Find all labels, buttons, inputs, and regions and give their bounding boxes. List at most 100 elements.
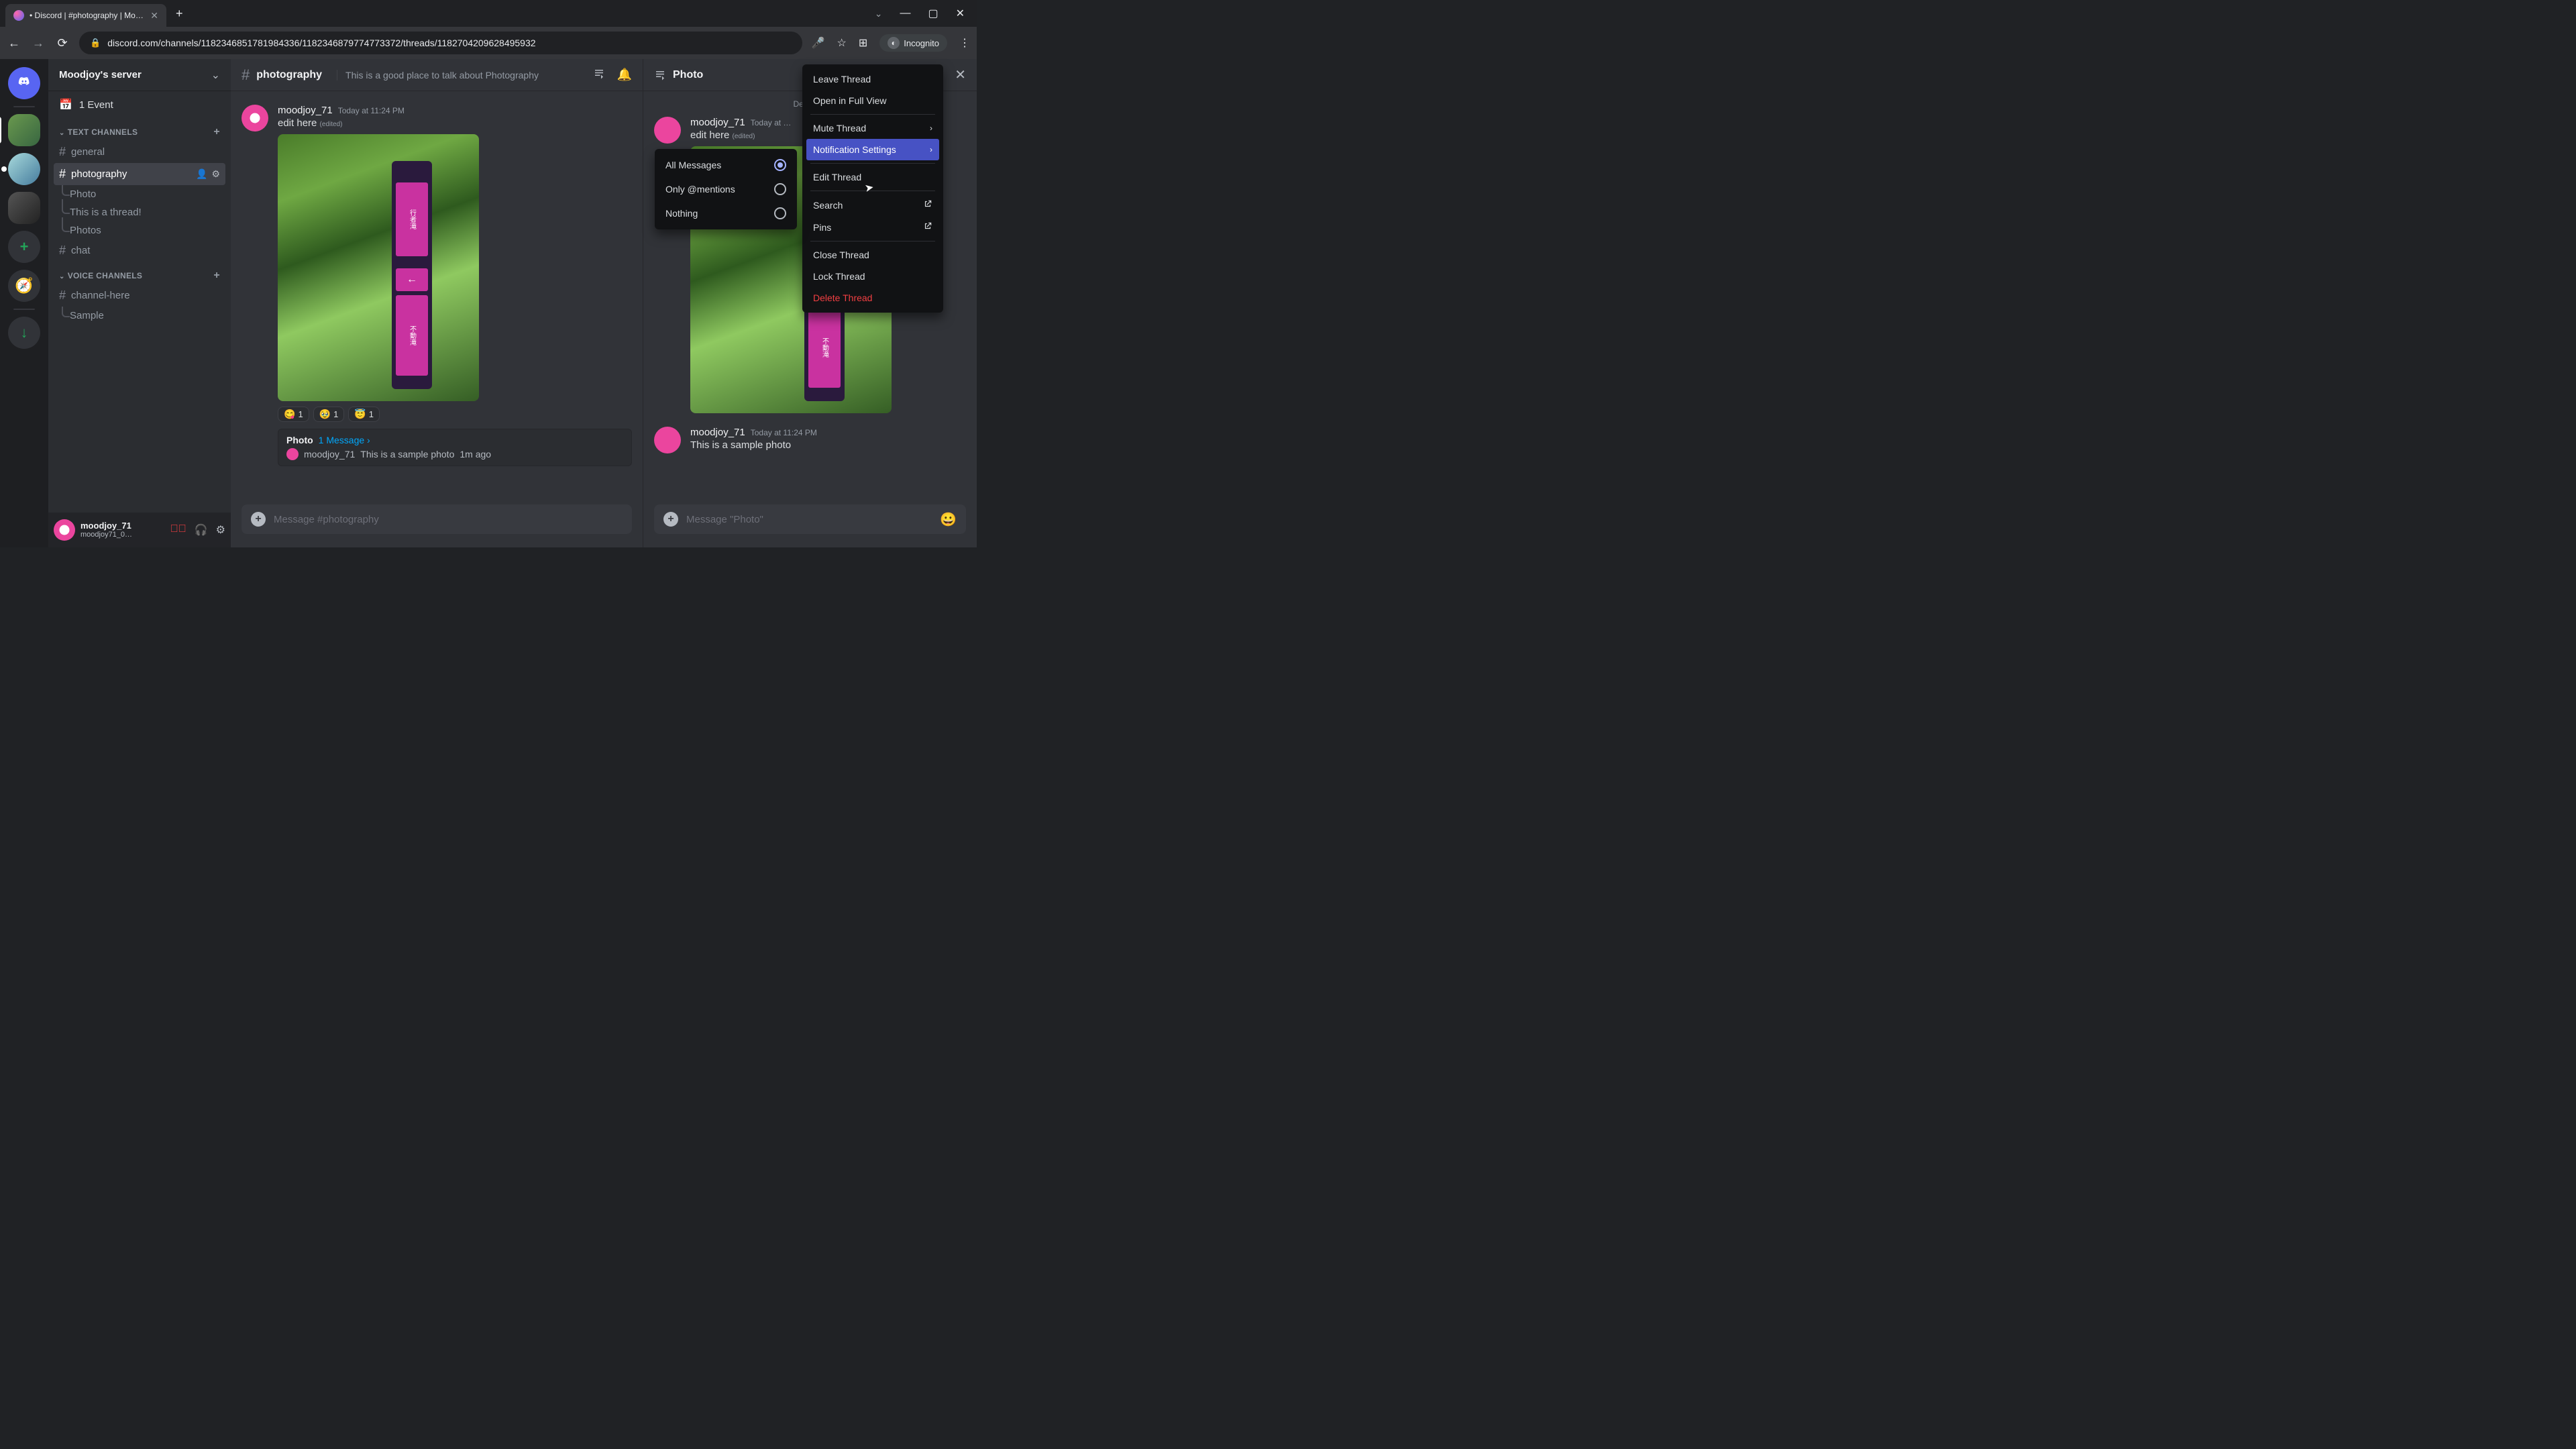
browser-tab[interactable]: • Discord | #photography | Moo… ✕ [5, 4, 166, 27]
radio-all-messages[interactable]: All Messages [659, 153, 793, 177]
text-channels-header[interactable]: ⌄TEXT CHANNELS + [54, 123, 225, 141]
channel-photography[interactable]: # photography 👤 ⚙ [54, 163, 225, 185]
reload-button[interactable]: ⟳ [55, 36, 70, 50]
download-apps-button[interactable]: ↓ [8, 317, 40, 349]
server-icon-2[interactable] [8, 153, 40, 185]
reaction[interactable]: 🥹 1 [313, 407, 345, 422]
browser-menu-icon[interactable]: ⋮ [959, 36, 970, 50]
thread-photo[interactable]: Photo [54, 185, 225, 203]
add-channel-button[interactable]: + [213, 126, 220, 138]
settings-gear-icon[interactable]: ⚙ [216, 523, 225, 537]
explore-servers-button[interactable]: 🧭 [8, 270, 40, 302]
message-composer[interactable]: + Message #photography [241, 504, 632, 534]
message-author[interactable]: moodjoy_71 [690, 117, 745, 128]
thread-photos[interactable]: Photos [54, 221, 225, 239]
channel-general[interactable]: # general [54, 141, 225, 163]
menu-lock-thread[interactable]: Lock Thread [806, 266, 939, 287]
sign-text-2: 不動滝 [396, 295, 428, 376]
gear-icon[interactable]: ⚙ [211, 168, 220, 180]
channel-here[interactable]: # channel-here [54, 284, 225, 307]
message-author[interactable]: moodjoy_71 [690, 427, 745, 438]
message-timestamp: Today at 11:24 PM [751, 428, 817, 437]
message-timestamp: Today at … [751, 118, 792, 127]
menu-leave-thread[interactable]: Leave Thread [806, 68, 939, 90]
message-author[interactable]: moodjoy_71 [278, 105, 333, 116]
mute-mic-icon[interactable]: 🎤⃠ [170, 523, 186, 537]
composer-placeholder[interactable]: Message "Photo" [686, 514, 932, 525]
radio-only-mentions[interactable]: Only @mentions [659, 177, 793, 201]
extensions-icon[interactable]: ⊞ [859, 36, 867, 50]
url-text: discord.com/channels/1182346851781984336… [107, 38, 535, 48]
reaction-count: 1 [333, 409, 338, 419]
reactions-bar: 😋 1 🥹 1 😇 1 [278, 407, 632, 422]
menu-delete-thread[interactable]: Delete Thread [806, 287, 939, 309]
menu-edit-thread[interactable]: Edit Thread [806, 166, 939, 188]
url-input[interactable]: 🔒 discord.com/channels/11823468517819843… [79, 32, 802, 54]
menu-search[interactable]: Search [806, 194, 939, 216]
menu-mute-thread[interactable]: Mute Thread› [806, 117, 939, 139]
reaction[interactable]: 😋 1 [278, 407, 309, 422]
reaction[interactable]: 😇 1 [348, 407, 380, 422]
add-channel-button[interactable]: + [213, 270, 220, 282]
text-channels-label: TEXT CHANNELS [68, 127, 138, 137]
attach-button[interactable]: + [251, 512, 266, 527]
voice-channels-header[interactable]: ⌄VOICE CHANNELS + [54, 267, 225, 284]
thread-this-is-thread[interactable]: This is a thread! [54, 203, 225, 221]
message-avatar[interactable] [241, 105, 268, 131]
tab-list-chevron-icon[interactable]: ⌄ [875, 8, 883, 19]
server-header[interactable]: Moodjoy's server ⌄ [48, 59, 231, 91]
menu-pins[interactable]: Pins [806, 216, 939, 238]
bookmark-icon[interactable]: ☆ [837, 36, 846, 50]
new-tab-button[interactable]: + [176, 7, 183, 21]
back-button[interactable]: ← [7, 36, 21, 50]
headphones-icon[interactable]: 🎧 [195, 523, 208, 537]
events-button[interactable]: 📅 1 Event [48, 91, 231, 118]
window-maximize-button[interactable]: ▢ [928, 7, 938, 20]
radio-unselected-icon [774, 183, 786, 195]
menu-close-thread[interactable]: Close Thread [806, 244, 939, 266]
voice-channels-group: ⌄VOICE CHANNELS + # channel-here Sample [48, 262, 231, 325]
thread-pane: Photo 🔔 ⋯ ✕ Decem… moodjoy_71 Today at …… [643, 59, 977, 547]
channel-sidebar: Moodjoy's server ⌄ 📅 1 Event ⌄TEXT CHANN… [48, 59, 231, 547]
server-icon-3[interactable] [8, 192, 40, 224]
channel-topic[interactable]: This is a good place to talk about Photo… [337, 70, 586, 80]
channel-label: chat [71, 245, 90, 256]
threads-icon[interactable] [593, 68, 605, 80]
window-close-button[interactable]: ✕ [956, 7, 965, 20]
voice-sample[interactable]: Sample [54, 307, 225, 325]
reaction-count: 1 [369, 409, 374, 419]
menu-divider [810, 163, 935, 164]
forward-button[interactable]: → [31, 36, 46, 50]
invite-icon[interactable]: 👤 [196, 168, 207, 180]
chevron-right-icon: › [930, 123, 932, 133]
attach-button[interactable]: + [663, 512, 678, 527]
user-info[interactable]: moodjoy_71 moodjoy71_0… [80, 521, 132, 539]
close-thread-button[interactable]: ✕ [955, 66, 966, 83]
voice-search-icon[interactable]: 🎤 [812, 36, 825, 50]
main-chat-pane: # photography This is a good place to ta… [231, 59, 643, 547]
messages-scroll[interactable]: moodjoy_71 Today at 11:24 PM edit here (… [231, 91, 643, 504]
message-avatar[interactable] [654, 117, 681, 144]
direct-messages-button[interactable] [8, 67, 40, 99]
thread-icon [654, 69, 666, 81]
menu-divider [810, 114, 935, 115]
menu-notification-settings[interactable]: Notification Settings› [806, 139, 939, 160]
server-icon-1[interactable] [8, 114, 40, 146]
message-avatar[interactable] [654, 427, 681, 453]
channel-title: photography [256, 69, 322, 81]
add-server-button[interactable]: + [8, 231, 40, 263]
tab-close-button[interactable]: ✕ [150, 10, 158, 21]
emoji-picker-icon[interactable]: 😀 [940, 511, 957, 528]
composer-placeholder[interactable]: Message #photography [274, 514, 623, 525]
channel-chat[interactable]: # chat [54, 239, 225, 262]
thread-composer[interactable]: + Message "Photo" 😀 [654, 504, 966, 534]
window-minimize-button[interactable]: — [900, 7, 910, 19]
user-avatar[interactable] [54, 519, 75, 541]
menu-open-full-view[interactable]: Open in Full View [806, 90, 939, 111]
notifications-icon[interactable]: 🔔 [617, 68, 632, 82]
radio-nothing[interactable]: Nothing [659, 201, 793, 225]
thread-preview-name: Photo [286, 435, 313, 445]
message-attachment-image[interactable]: 行者滝 ← 不動滝 [278, 134, 479, 401]
incognito-indicator[interactable]: ◐ Incognito [879, 34, 947, 52]
thread-preview-card[interactable]: Photo 1 Message › moodjoy_71 This is a s… [278, 429, 632, 466]
